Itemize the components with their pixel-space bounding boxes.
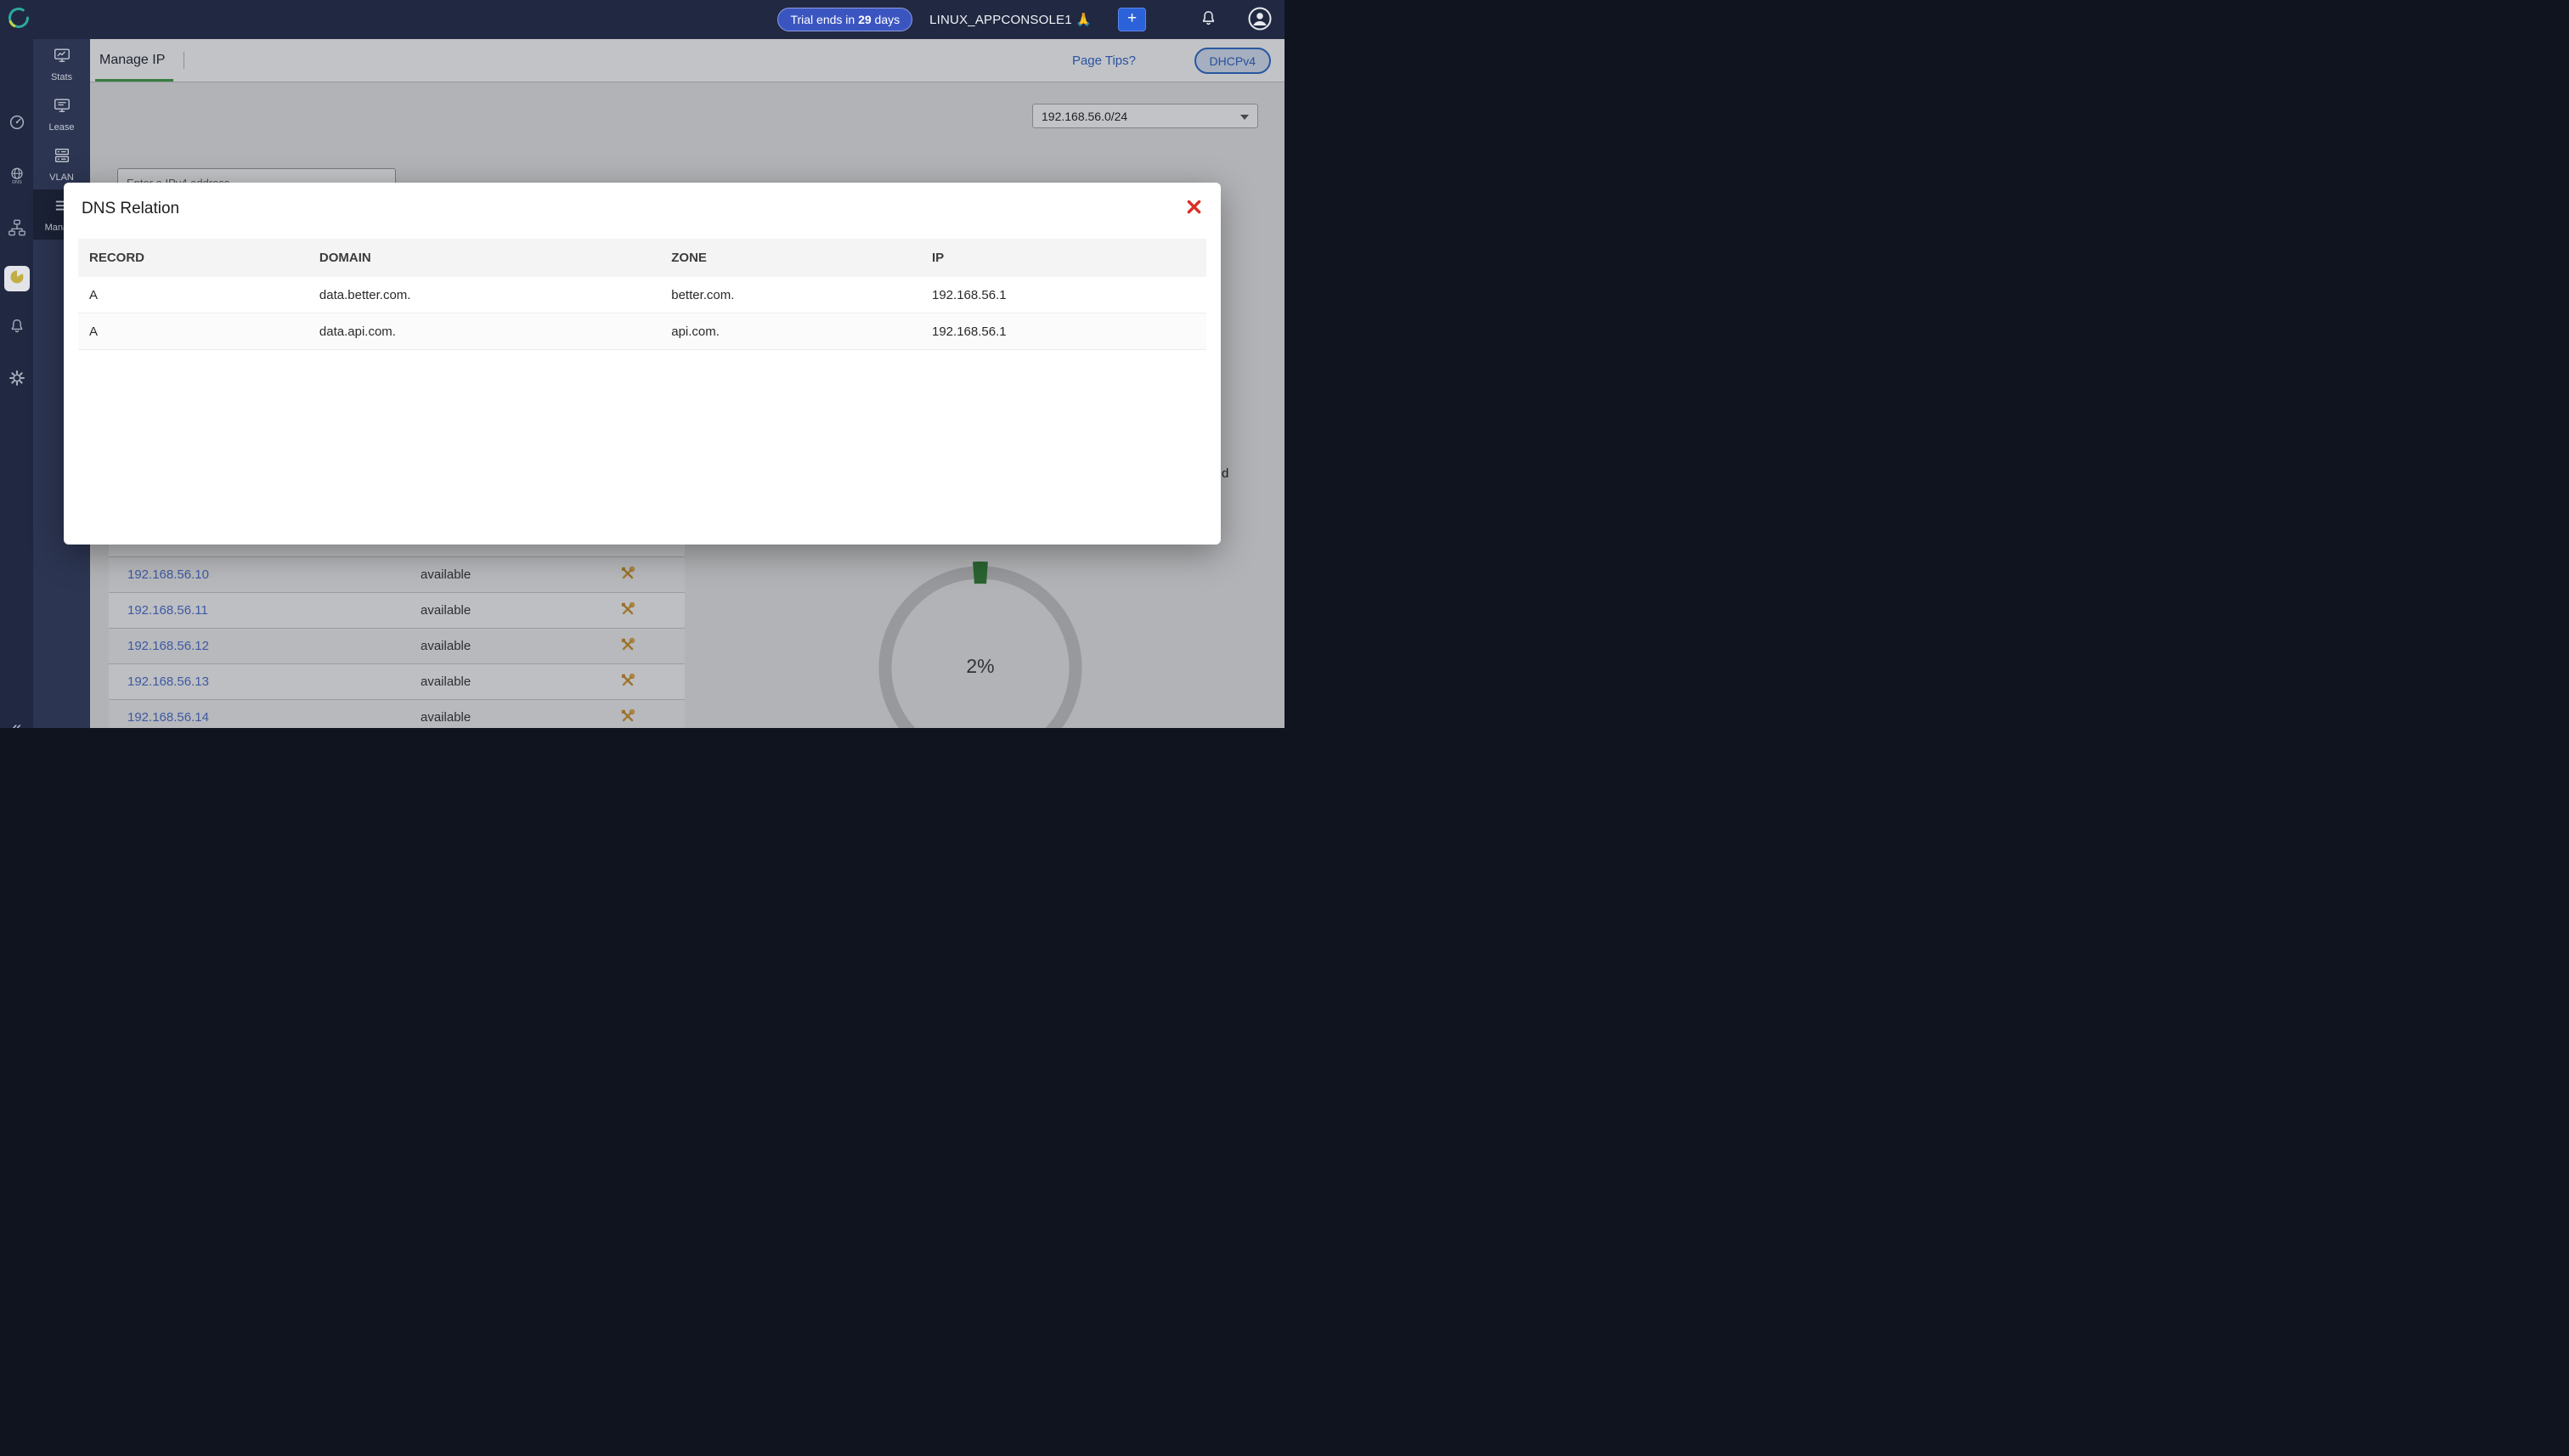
trial-days: 29 xyxy=(858,13,872,26)
record-cell: A xyxy=(78,313,308,350)
sidebar-item-stats[interactable]: Stats xyxy=(33,39,90,89)
column-header-ip: IP xyxy=(921,239,1206,277)
dns-relation-table: RECORD DOMAIN ZONE IP A data.better.com.… xyxy=(78,239,1206,350)
dns-globe-icon: DNS xyxy=(8,166,26,190)
notifications-button[interactable] xyxy=(1199,8,1218,31)
rail-item-alerts[interactable] xyxy=(0,316,33,340)
zone-cell: better.com. xyxy=(660,277,921,313)
pie-chart-icon xyxy=(8,268,25,290)
sidebar-collapse-button[interactable]: « xyxy=(0,717,33,728)
collapse-chevrons-icon: « xyxy=(12,719,21,729)
rail-item-dashboard[interactable] xyxy=(0,112,33,136)
table-row: A data.api.com. api.com. 192.168.56.1 xyxy=(78,313,1206,350)
vlan-servers-icon xyxy=(53,146,71,169)
stats-monitor-icon xyxy=(53,46,71,69)
rail-item-settings[interactable] xyxy=(0,368,33,392)
record-cell: A xyxy=(78,277,308,313)
settings-gear-icon xyxy=(8,369,26,392)
alerts-bell-icon xyxy=(8,317,26,340)
zone-topology-icon xyxy=(8,218,26,241)
ip-cell: 192.168.56.1 xyxy=(921,277,1206,313)
dns-relation-modal: DNS Relation RECORD DOMAIN ZONE IP A xyxy=(64,183,1221,545)
app-logo-icon xyxy=(6,5,31,35)
sidebar-item-label: VLAN xyxy=(49,172,74,183)
column-header-zone: ZONE xyxy=(660,239,921,277)
lease-monitor-icon xyxy=(53,96,71,119)
add-button[interactable]: + xyxy=(1118,8,1146,31)
table-row: A data.better.com. better.com. 192.168.5… xyxy=(78,277,1206,313)
zone-cell: api.com. xyxy=(660,313,921,350)
trial-text-suffix: days xyxy=(872,13,900,26)
app-root: Trial ends in 29 days LINUX_APPCONSOLE1 … xyxy=(0,0,1284,728)
bell-icon xyxy=(1199,8,1218,31)
rail-item-zones[interactable] xyxy=(0,217,33,241)
rail-item-dhcp[interactable] xyxy=(0,266,33,291)
modal-title: DNS Relation xyxy=(82,200,179,218)
trial-text-prefix: Trial ends in xyxy=(790,13,858,26)
domain-cell: data.api.com. xyxy=(308,313,660,350)
svg-text:DNS: DNS xyxy=(12,180,22,185)
sidebar-item-lease[interactable]: Lease xyxy=(33,89,90,139)
rail-item-dns[interactable]: DNS xyxy=(0,166,33,189)
dashboard-gauge-icon xyxy=(8,113,26,136)
active-rail-tile xyxy=(4,266,30,291)
hostname-label: LINUX_APPCONSOLE1 🙏 xyxy=(929,12,1092,27)
icon-rail: DNS xyxy=(0,39,33,728)
sidebar-item-label: Lease xyxy=(49,122,75,133)
ip-cell: 192.168.56.1 xyxy=(921,313,1206,350)
app-logo[interactable] xyxy=(4,5,33,34)
close-icon xyxy=(1186,205,1202,217)
domain-cell: data.better.com. xyxy=(308,277,660,313)
user-avatar-button[interactable] xyxy=(1247,6,1273,34)
modal-close-button[interactable] xyxy=(1184,197,1204,219)
column-header-record: RECORD xyxy=(78,239,308,277)
trial-badge[interactable]: Trial ends in 29 days xyxy=(777,8,912,31)
account-circle-icon xyxy=(1247,6,1273,34)
table-header-row: RECORD DOMAIN ZONE IP xyxy=(78,239,1206,277)
topbar: Trial ends in 29 days LINUX_APPCONSOLE1 … xyxy=(0,0,1284,39)
column-header-domain: DOMAIN xyxy=(308,239,660,277)
sidebar-item-label: Stats xyxy=(51,72,72,82)
